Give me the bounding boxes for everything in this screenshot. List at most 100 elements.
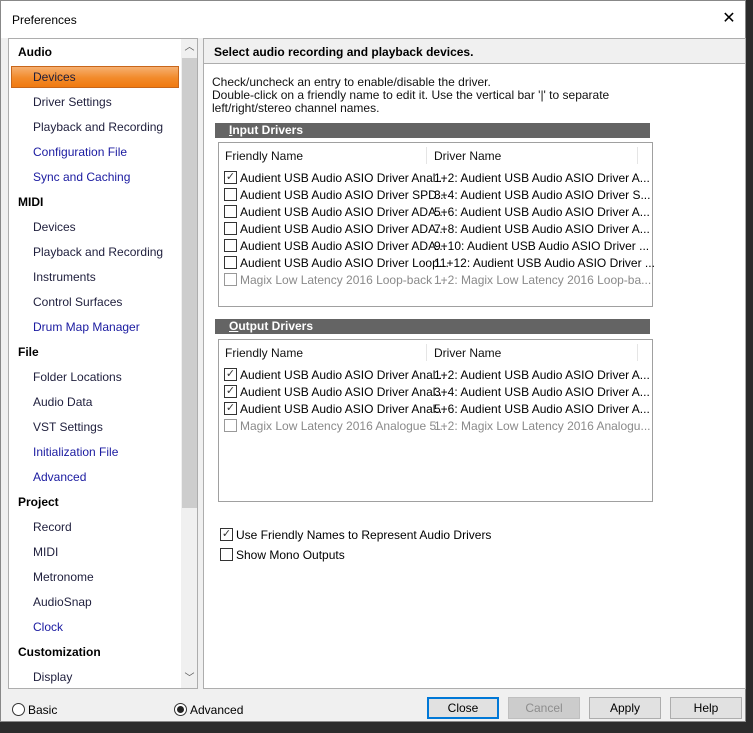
sidebar-tree: Audio Devices Driver Settings Playback and … — [8, 38, 198, 689]
friendly-name[interactable]: Audient USB Audio ASIO Driver ADA... — [240, 205, 446, 219]
advanced-label: Advanced — [190, 703, 244, 717]
group-title: utput Drivers — [238, 319, 314, 333]
sidebar-item-playback-and-recording[interactable]: Playback and Recording — [33, 242, 163, 262]
sidebar-item-display[interactable]: Display — [33, 667, 72, 687]
input-drivers-list[interactable]: Friendly Name Driver Name ✓ Audient USB Aud… — [218, 142, 655, 307]
column-header-friendly-name[interactable]: Friendly Name — [219, 340, 303, 364]
advanced-radio[interactable] — [174, 703, 187, 716]
sidebar-item-initialization-file[interactable]: Initialization File — [33, 442, 118, 462]
column-header-driver-name[interactable]: Driver Name — [428, 340, 501, 364]
driver-row[interactable]: ✓ Audient USB Audio ASIO Driver Anal... 5+… — [219, 400, 652, 417]
sidebar-section-project[interactable]: Project — [18, 492, 59, 512]
checkbox-icon[interactable]: ✓ — [224, 385, 237, 398]
friendly-name[interactable]: Audient USB Audio ASIO Driver ADA... — [240, 239, 446, 253]
driver-name: 1+2: Audient USB Audio ASIO Driver A... — [434, 171, 650, 185]
sidebar-section-midi[interactable]: MIDI — [18, 192, 43, 212]
friendly-name[interactable]: Audient USB Audio ASIO Driver Anal... — [240, 385, 445, 399]
checkbox-icon[interactable]: ✓ — [224, 171, 237, 184]
apply-button[interactable]: Apply — [589, 697, 661, 719]
friendly-name[interactable]: Audient USB Audio ASIO Driver SPD... — [240, 188, 447, 202]
sidebar-item-record[interactable]: Record — [33, 517, 72, 537]
friendly-name[interactable]: Magix Low Latency 2016 Loop-back ... — [240, 273, 445, 287]
column-divider[interactable] — [426, 147, 427, 164]
checkbox-icon[interactable]: ✓ — [224, 402, 237, 415]
driver-row[interactable]: ✓ Audient USB Audio ASIO Driver Anal... 1+… — [219, 169, 652, 186]
driver-name: 5+6: Audient USB Audio ASIO Driver A... — [434, 205, 650, 219]
window-title: Preferences — [12, 13, 77, 27]
group-title: nput Drivers — [232, 123, 304, 137]
driver-name: 7+8: Audient USB Audio ASIO Driver A... — [434, 222, 650, 236]
description: Check/uncheck an entry to enable/disable… — [212, 76, 652, 115]
column-header-driver-name[interactable]: Driver Name — [428, 143, 501, 167]
driver-name: 9+10: Audient USB Audio ASIO Driver ... — [434, 239, 650, 253]
driver-row[interactable]: Audient USB Audio ASIO Driver SPD... 3+4:… — [219, 186, 652, 203]
sidebar-item-advanced[interactable]: Advanced — [33, 467, 86, 487]
driver-row[interactable]: Audient USB Audio ASIO Driver Loop... 11+… — [219, 254, 655, 271]
column-divider[interactable] — [637, 344, 638, 361]
help-button[interactable]: Help — [670, 697, 742, 719]
driver-name: 1+2: Audient USB Audio ASIO Driver A... — [434, 368, 650, 382]
option-label: Use Friendly Names to Represent Audio Dr… — [236, 528, 492, 542]
basic-radio[interactable] — [12, 703, 25, 716]
driver-name: 3+4: Audient USB Audio ASIO Driver A... — [434, 385, 650, 399]
sidebar-item-folder-locations[interactable]: Folder Locations — [33, 367, 122, 387]
sidebar-section-customization[interactable]: Customization — [18, 642, 101, 662]
sidebar-item-control-surfaces[interactable]: Control Surfaces — [33, 292, 122, 312]
close-icon[interactable]: ✕ — [719, 9, 739, 29]
description-line: Double-click on a friendly name to edit … — [212, 88, 610, 115]
driver-row[interactable]: Audient USB Audio ASIO Driver ADA... 9+10… — [219, 237, 652, 254]
checkbox-icon[interactable] — [224, 222, 237, 235]
friendly-name[interactable]: Audient USB Audio ASIO Driver Loop... — [240, 256, 449, 270]
close-button[interactable]: Close — [427, 697, 499, 719]
sidebar-item-playback-and-recording[interactable]: Playback and Recording — [33, 117, 163, 137]
output-drivers-list[interactable]: Friendly Name Driver Name ✓ Audient USB Aud… — [218, 339, 653, 502]
sidebar-item-vst-settings[interactable]: VST Settings — [33, 417, 103, 437]
sidebar-item-configuration-file[interactable]: Configuration File — [33, 142, 127, 162]
driver-row[interactable]: Magix Low Latency 2016 Loop-back ... 1+2:… — [219, 271, 652, 288]
checkbox-icon[interactable] — [224, 273, 237, 286]
sidebar-item-drum-map-manager[interactable]: Drum Map Manager — [33, 317, 140, 337]
scroll-up-icon[interactable]: ︿ — [181, 39, 197, 56]
driver-row[interactable]: Magix Low Latency 2016 Analogue 5... 1+2:… — [219, 417, 652, 434]
sidebar-item-audio-data[interactable]: Audio Data — [33, 392, 92, 412]
sidebar-item-devices[interactable]: Devices — [33, 67, 76, 87]
friendly-name[interactable]: Magix Low Latency 2016 Analogue 5... — [240, 419, 446, 433]
checkbox-icon[interactable] — [224, 205, 237, 218]
sidebar-item-driver-settings[interactable]: Driver Settings — [33, 92, 112, 112]
driver-row[interactable]: ✓ Audient USB Audio ASIO Driver Anal... 3+… — [219, 383, 652, 400]
sidebar-item-clock[interactable]: Clock — [33, 617, 63, 637]
friendly-name[interactable]: Audient USB Audio ASIO Driver Anal... — [240, 402, 445, 416]
cancel-button[interactable]: Cancel — [508, 697, 580, 719]
sidebar-item-midi[interactable]: MIDI — [33, 542, 58, 562]
column-divider[interactable] — [426, 344, 427, 361]
sidebar-item-audiosnap[interactable]: AudioSnap — [33, 592, 92, 612]
checkbox-icon[interactable] — [224, 239, 237, 252]
checkbox-icon[interactable] — [224, 419, 237, 432]
checkbox-icon[interactable]: ✓ — [224, 368, 237, 381]
friendly-name[interactable]: Audient USB Audio ASIO Driver Anal... — [240, 368, 445, 382]
column-divider[interactable] — [637, 147, 638, 164]
sidebar-item-devices[interactable]: Devices — [33, 217, 76, 237]
panel-header: Select audio recording and playback devi… — [204, 39, 745, 64]
driver-name: 1+2: Magix Low Latency 2016 Analogu... — [434, 419, 651, 433]
checkbox-icon[interactable] — [220, 548, 233, 561]
scrollbar-thumb[interactable] — [182, 58, 197, 508]
basic-label: Basic — [28, 703, 58, 717]
scroll-down-icon[interactable]: ﹀ — [181, 670, 197, 687]
sidebar-item-instruments[interactable]: Instruments — [33, 267, 96, 287]
sidebar-item-sync-and-caching[interactable]: Sync and Caching — [33, 167, 130, 187]
driver-row[interactable]: ✓ Audient USB Audio ASIO Driver Anal... 1+… — [219, 366, 652, 383]
input-drivers-header: Input Drivers — [215, 123, 650, 138]
checkbox-icon[interactable]: ✓ — [220, 528, 233, 541]
friendly-name[interactable]: Audient USB Audio ASIO Driver ADA... — [240, 222, 446, 236]
friendly-name[interactable]: Audient USB Audio ASIO Driver Anal... — [240, 171, 445, 185]
sidebar-section-audio[interactable]: Audio — [18, 42, 52, 62]
checkbox-icon[interactable] — [224, 256, 237, 269]
driver-row[interactable]: Audient USB Audio ASIO Driver ADA... 7+8:… — [219, 220, 652, 237]
column-header-friendly-name[interactable]: Friendly Name — [219, 143, 303, 167]
sidebar-scrollbar[interactable]: ︿ ﹀ — [181, 39, 197, 688]
checkbox-icon[interactable] — [224, 188, 237, 201]
sidebar-section-file[interactable]: File — [18, 342, 39, 362]
sidebar-item-metronome[interactable]: Metronome — [33, 567, 94, 587]
driver-row[interactable]: Audient USB Audio ASIO Driver ADA... 5+6:… — [219, 203, 652, 220]
